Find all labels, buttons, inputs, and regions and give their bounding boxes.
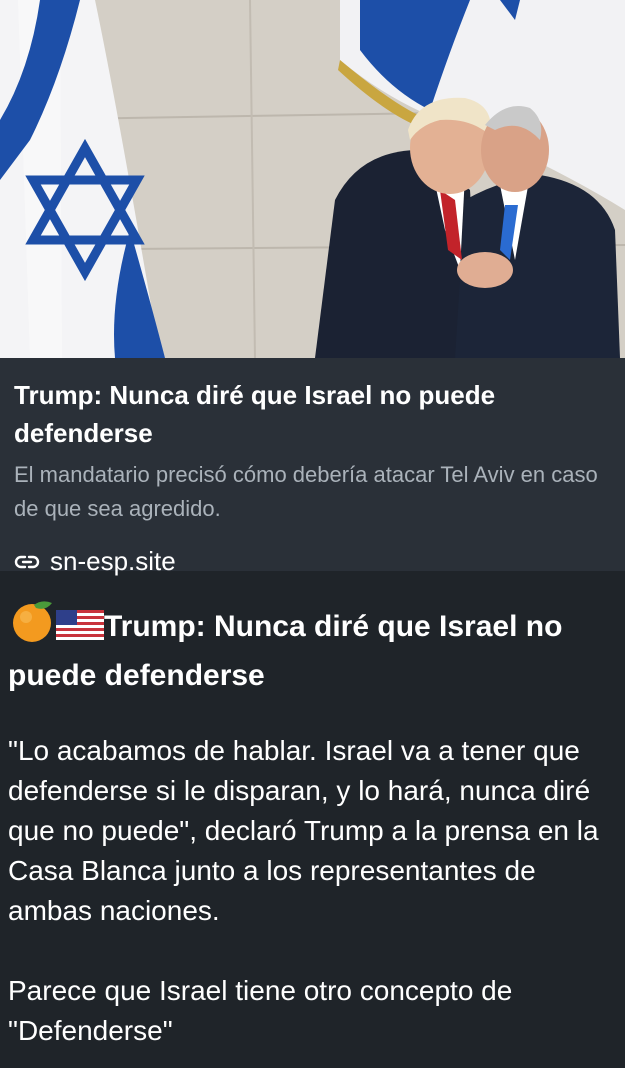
preview-description: El mandatario precisó cómo debería ataca…: [14, 462, 598, 521]
message-heading: Trump: Nunca diré que Israel no puede de…: [8, 599, 617, 697]
message-body: Trump: Nunca diré que Israel no puede de…: [0, 571, 625, 1051]
preview-domain[interactable]: sn-esp.site: [50, 546, 176, 577]
message-paragraph-2: Parece que Israel tiene otro concepto de…: [8, 975, 513, 1046]
link-preview-image[interactable]: [0, 0, 625, 358]
link-preview-card[interactable]: Trump: Nunca diré que Israel no puede de…: [0, 358, 625, 576]
us-flag-emoji-icon: [56, 607, 104, 655]
news-photo: [0, 0, 625, 358]
preview-title[interactable]: Trump: Nunca diré que Israel no puede de…: [14, 376, 611, 452]
link-icon: [14, 549, 40, 575]
message-paragraph-1: "Lo acabamos de hablar. Israel va a tene…: [8, 735, 599, 926]
orange-emoji-icon: [8, 599, 56, 655]
